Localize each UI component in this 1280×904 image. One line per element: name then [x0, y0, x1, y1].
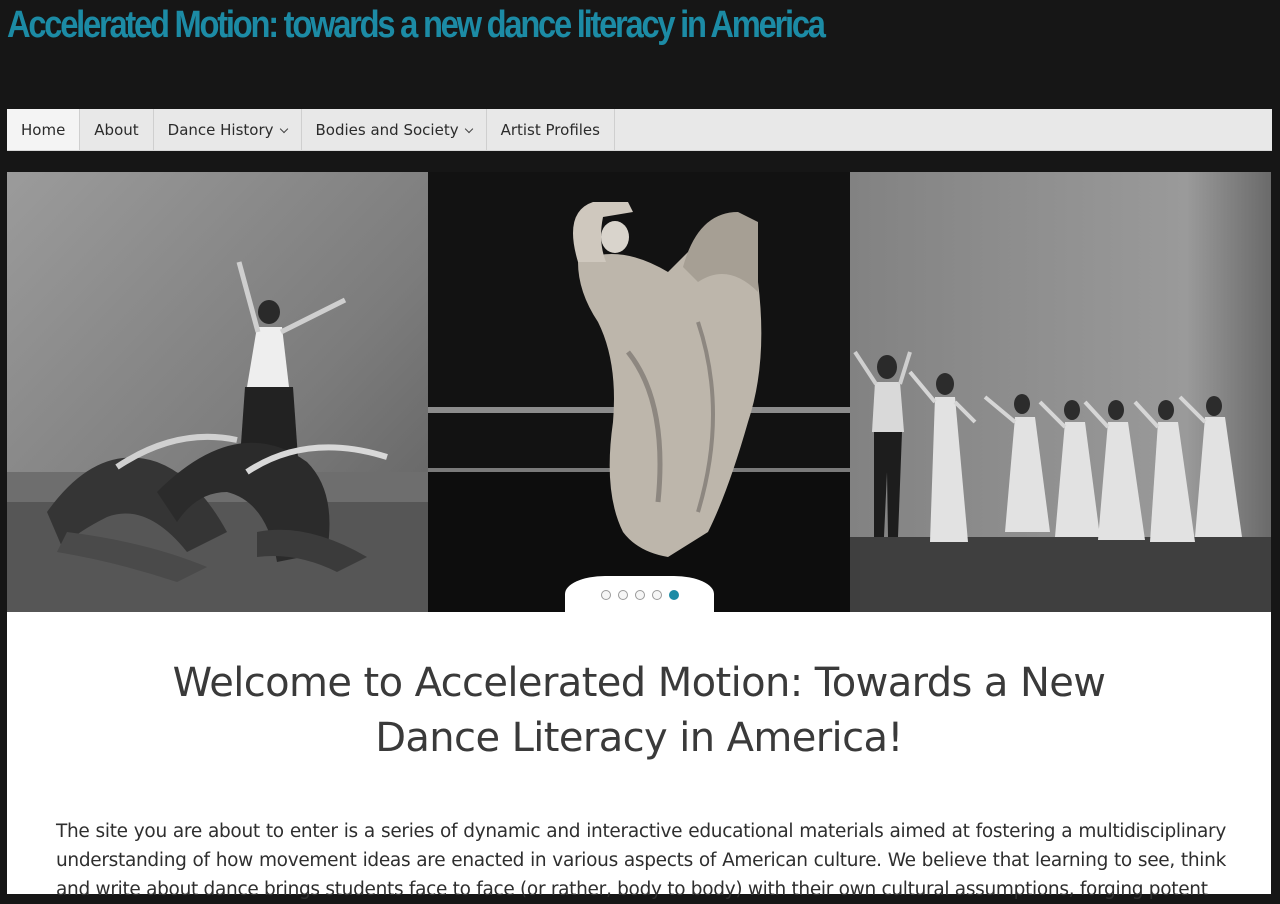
welcome-heading: Welcome to Accelerated Motion: Towards a…: [7, 656, 1271, 766]
chevron-down-icon: [464, 124, 473, 133]
slider-dot-1[interactable]: [600, 590, 611, 600]
nav-item-label: Bodies and Society: [315, 120, 459, 139]
nav-item-artist-profiles[interactable]: Artist Profiles: [487, 109, 615, 150]
welcome-heading-line-1: Welcome to Accelerated Motion: Towards a…: [172, 660, 1106, 706]
nav-item-label: Dance History: [167, 120, 274, 139]
nav-item-about[interactable]: About: [80, 109, 154, 150]
main-nav: Home About Dance History Bodies and Soci…: [7, 109, 1272, 151]
nav-item-label: Home: [21, 120, 66, 139]
nav-item-bodies-and-society[interactable]: Bodies and Society: [302, 109, 487, 150]
nav-item-label: Artist Profiles: [500, 120, 600, 139]
image-slider[interactable]: [7, 172, 1271, 612]
slide-image-dance-ensemble: [850, 172, 1271, 612]
nav-item-label: About: [94, 120, 139, 139]
main-content: Welcome to Accelerated Motion: Towards a…: [7, 612, 1271, 900]
slider-pager: [565, 576, 714, 612]
slider-dot-3[interactable]: [634, 590, 645, 600]
welcome-heading-line-2: Dance Literacy in America!: [375, 715, 903, 761]
nav-item-home[interactable]: Home: [7, 109, 81, 150]
slide-image-solo-dancer: [428, 172, 850, 612]
nav-item-dance-history[interactable]: Dance History: [154, 109, 302, 150]
site-title[interactable]: Accelerated Motion: towards a new dance …: [7, 2, 826, 48]
slide-image-group-dancers: [7, 172, 428, 612]
slider-dot-2[interactable]: [617, 590, 628, 600]
slider-dot-4[interactable]: [651, 590, 662, 600]
slider-dot-5[interactable]: [668, 590, 679, 600]
chevron-down-icon: [279, 124, 288, 133]
intro-paragraph: The site you are about to enter is a ser…: [56, 821, 1226, 900]
